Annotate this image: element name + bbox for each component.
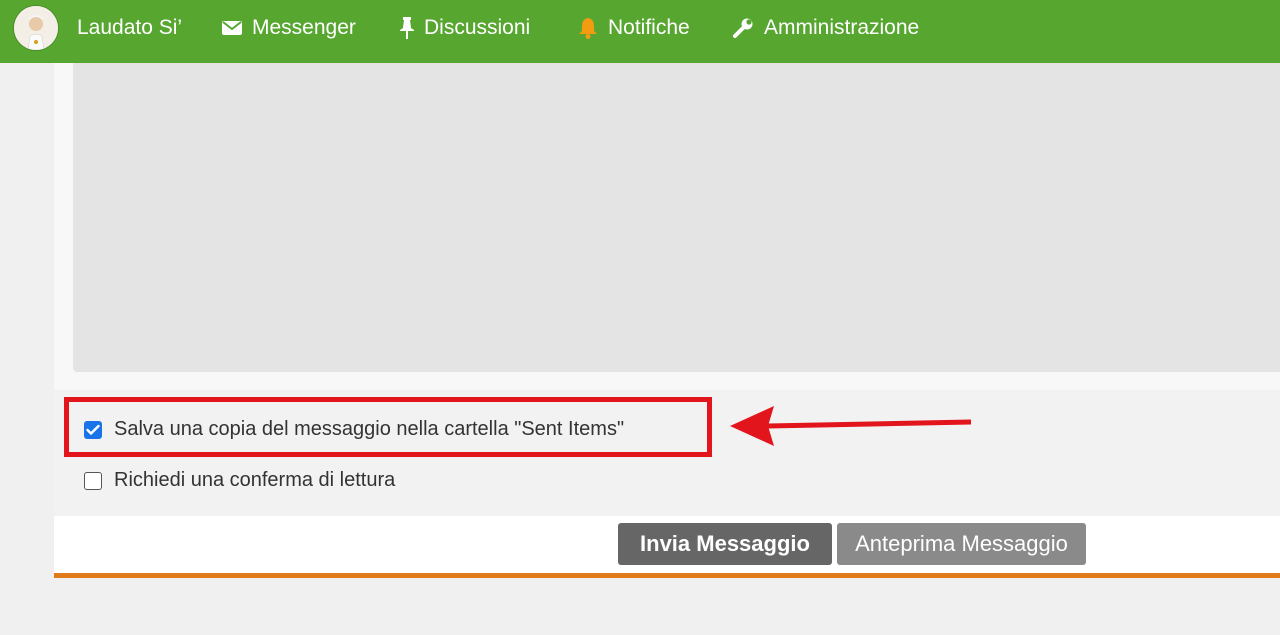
preview-message-button[interactable]: Anteprima Messaggio — [837, 523, 1086, 565]
pin-icon — [400, 17, 414, 39]
avatar[interactable] — [14, 6, 58, 50]
bell-icon — [578, 17, 598, 39]
message-editor[interactable] — [73, 63, 1280, 372]
annotation-highlight-box — [64, 397, 712, 457]
nav-item-label: Amministrazione — [764, 16, 920, 39]
nav-item-label: Discussioni — [424, 16, 531, 39]
nav-item-label: Messenger — [252, 16, 356, 39]
nav-item-discussioni[interactable]: Discussioni — [400, 0, 530, 56]
accent-divider — [54, 573, 1280, 578]
option-read-receipt[interactable]: Richiedi una conferma di lettura — [84, 469, 395, 492]
nav-item-label: Notifiche — [608, 16, 690, 39]
top-navbar: Laudato Si’ Messenger Discussioni Notifi… — [0, 0, 1280, 63]
read-receipt-checkbox[interactable] — [84, 471, 102, 490]
pope-portrait-icon — [14, 6, 58, 50]
nav-brand[interactable]: Laudato Si’ — [77, 0, 182, 56]
nav-item-messenger[interactable]: Messenger — [222, 0, 356, 56]
annotation-arrow-icon — [730, 406, 972, 446]
read-receipt-label: Richiedi una conferma di lettura — [114, 469, 396, 491]
nav-item-amministrazione[interactable]: Amministrazione — [732, 0, 919, 56]
wrench-icon — [732, 17, 754, 39]
envelope-icon — [222, 20, 242, 36]
brand-label: Laudato Si’ — [77, 16, 183, 39]
send-message-button[interactable]: Invia Messaggio — [618, 523, 832, 565]
nav-item-notifiche[interactable]: Notifiche — [578, 0, 690, 56]
